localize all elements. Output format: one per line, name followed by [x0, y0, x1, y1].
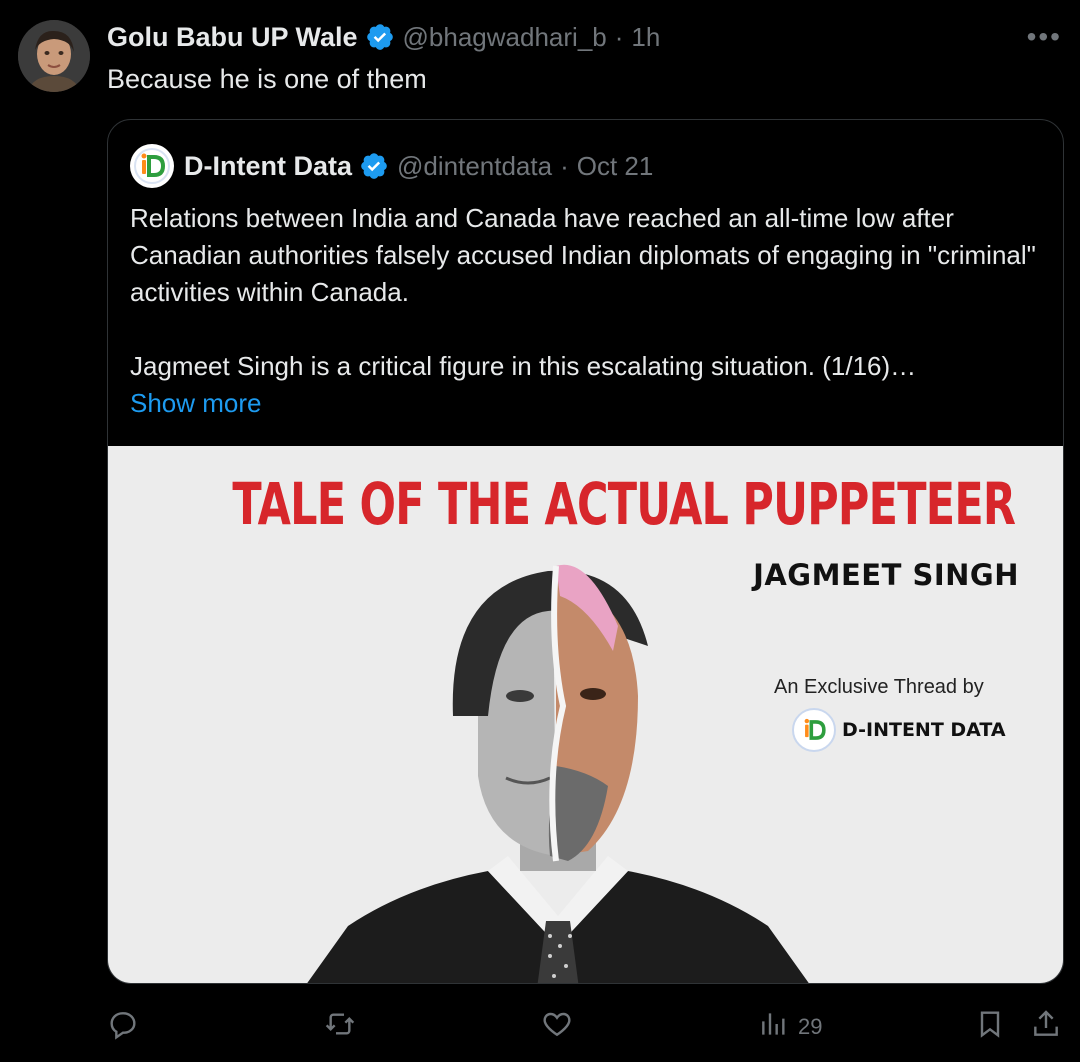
split-portrait-image [307, 564, 809, 983]
more-options-button[interactable]: ••• [1027, 23, 1062, 51]
tweet-action-bar: 29 [0, 1000, 1080, 1050]
quote-text: Relations between India and Canada have … [130, 200, 1040, 422]
quote-paragraph-1: Relations between India and Canada have … [130, 203, 1036, 307]
media-brand-text: D-INTENT DATA [842, 719, 1006, 741]
tweet-timestamp[interactable]: 1h [631, 22, 660, 53]
retweet-icon [324, 1008, 356, 1046]
bookmark-button[interactable] [974, 1008, 1006, 1046]
reply-icon [107, 1008, 139, 1046]
media-byline: An Exclusive Thread by [774, 676, 984, 698]
views-icon [758, 1008, 790, 1046]
separator-dot: · [560, 150, 569, 181]
quote-author-name[interactable]: D-Intent Data [184, 151, 352, 182]
quote-media-image[interactable]: TALE OF THE ACTUAL PUPPETEER JAGMEET SIN… [108, 446, 1063, 983]
verified-badge-icon [359, 151, 389, 181]
quote-author-handle[interactable]: @dintentdata [397, 151, 552, 182]
share-icon [1030, 1008, 1062, 1046]
quote-header: D-Intent Data @dintentdata · Oct 21 [130, 144, 654, 188]
quote-paragraph-2: Jagmeet Singh is a critical figure in th… [130, 351, 917, 381]
quote-date[interactable]: Oct 21 [577, 151, 654, 182]
tweet-text: Because he is one of them [107, 64, 427, 94]
views-button[interactable]: 29 [758, 1008, 822, 1046]
verified-badge-icon [365, 22, 395, 52]
bookmark-icon [974, 1008, 1006, 1046]
dintent-logo-icon[interactable] [130, 144, 174, 188]
author-avatar[interactable] [18, 20, 90, 92]
views-count: 29 [798, 1014, 823, 1039]
reply-button[interactable] [107, 1008, 139, 1046]
tweet-header: Golu Babu UP Wale @bhagwadhari_b · 1h [107, 20, 660, 54]
like-button[interactable] [541, 1008, 573, 1046]
retweet-button[interactable] [324, 1008, 356, 1046]
show-more-link[interactable]: Show more [130, 385, 1040, 422]
share-button[interactable] [1030, 1008, 1062, 1046]
separator-dot: · [614, 21, 624, 52]
media-brand: D-INTENT DATA [792, 708, 1006, 752]
author-name[interactable]: Golu Babu UP Wale [107, 22, 358, 53]
author-handle[interactable]: @bhagwadhari_b [403, 22, 607, 53]
heart-icon [541, 1008, 573, 1046]
dintent-logo-icon [792, 708, 836, 752]
media-subtitle: JAGMEET SINGH [753, 558, 1019, 592]
quoted-tweet[interactable]: D-Intent Data @dintentdata · Oct 21 Rela… [107, 119, 1064, 984]
